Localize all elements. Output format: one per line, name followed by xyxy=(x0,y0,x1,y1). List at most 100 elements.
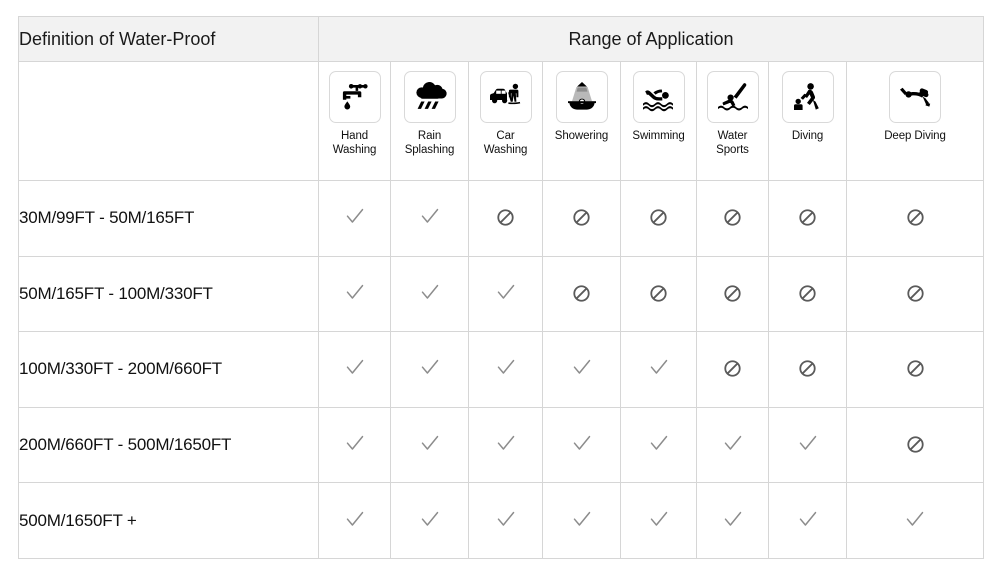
prohibition-icon xyxy=(902,280,928,306)
header-corner-cell xyxy=(18,61,319,181)
table-row: 100M/330FT - 200M/660FT xyxy=(18,331,984,408)
column-header-water-sports: Water Sports xyxy=(696,61,769,181)
cell-rain-splashing xyxy=(390,255,469,333)
car-washing-icon xyxy=(479,71,532,123)
column-header-row: Hand Washing Rain Splashing Car Washing … xyxy=(18,61,984,181)
check-mark-icon xyxy=(342,279,368,305)
prohibition-icon xyxy=(902,431,928,457)
cell-car-washing xyxy=(468,406,543,484)
faucet-icon xyxy=(328,71,381,123)
check-mark-icon xyxy=(569,354,595,380)
cell-swimming xyxy=(620,331,697,408)
cell-rain-splashing xyxy=(390,406,469,484)
rain-cloud-icon xyxy=(403,71,456,123)
check-mark-icon xyxy=(493,506,519,532)
cell-car-washing xyxy=(468,180,543,257)
cell-diving xyxy=(768,331,847,408)
prohibition-icon xyxy=(569,280,595,306)
check-mark-icon xyxy=(646,430,672,456)
column-header-label: Swimming xyxy=(632,130,685,142)
check-mark-icon xyxy=(902,506,928,532)
column-header-label: Car Washing xyxy=(483,130,528,156)
cell-hand-washing xyxy=(318,180,391,257)
cell-hand-washing xyxy=(318,331,391,408)
cell-hand-washing xyxy=(318,255,391,333)
cell-showering xyxy=(542,255,621,333)
table-body: 30M/99FT - 50M/165FT 50M/165FT - 100M/330… xyxy=(18,180,984,559)
check-mark-icon xyxy=(342,430,368,456)
prohibition-icon xyxy=(795,205,821,231)
cell-rain-splashing xyxy=(390,180,469,257)
column-header-rain-splashing: Rain Splashing xyxy=(390,61,469,181)
cell-car-washing xyxy=(468,255,543,333)
column-header-car-washing: Car Washing xyxy=(468,61,543,181)
prohibition-icon xyxy=(720,356,746,382)
prohibition-icon xyxy=(720,205,746,231)
prohibition-icon xyxy=(646,205,672,231)
scuba-diver-icon xyxy=(889,71,941,123)
column-header-label: Rain Splashing xyxy=(404,130,455,156)
table-row: 50M/165FT - 100M/330FT xyxy=(18,255,984,333)
water-skier-icon xyxy=(706,71,759,123)
cell-showering xyxy=(542,331,621,408)
check-mark-icon xyxy=(493,430,519,456)
check-mark-icon xyxy=(342,354,368,380)
waterproof-rating-table: Definition of Water-Proof Range of Appli… xyxy=(18,16,984,559)
check-mark-icon xyxy=(569,430,595,456)
prohibition-icon xyxy=(795,280,821,306)
cell-water-sports xyxy=(696,406,769,484)
prohibition-icon xyxy=(569,205,595,231)
cell-deep-diving xyxy=(846,180,984,257)
depth-range-label: 200M/660FT - 500M/1650FT xyxy=(18,406,319,484)
check-mark-icon xyxy=(417,203,443,229)
table-row: 500M/1650FT + xyxy=(18,482,984,559)
check-mark-icon xyxy=(720,430,746,456)
cell-water-sports xyxy=(696,180,769,257)
prohibition-icon xyxy=(646,280,672,306)
depth-range-label: 100M/330FT - 200M/660FT xyxy=(18,331,319,408)
check-mark-icon xyxy=(795,506,821,532)
prohibition-icon xyxy=(795,356,821,382)
column-header-showering: Showering xyxy=(542,61,621,181)
column-header-label: Showering xyxy=(554,130,609,142)
cell-diving xyxy=(768,482,847,559)
swimmer-icon xyxy=(632,71,685,123)
check-mark-icon xyxy=(646,354,672,380)
cell-hand-washing xyxy=(318,482,391,559)
check-mark-icon xyxy=(646,506,672,532)
cell-deep-diving xyxy=(846,255,984,333)
cell-showering xyxy=(542,482,621,559)
range-banner: Range of Application xyxy=(318,16,984,62)
cell-diving xyxy=(768,180,847,257)
waterproof-rating-table-container: Definition of Water-Proof Range of Appli… xyxy=(18,16,984,559)
column-header-diving: Diving xyxy=(768,61,847,181)
check-mark-icon xyxy=(720,506,746,532)
cell-deep-diving xyxy=(846,482,984,559)
cell-deep-diving xyxy=(846,331,984,408)
depth-range-label: 500M/1650FT + xyxy=(18,482,319,559)
table-row: 30M/99FT - 50M/165FT xyxy=(18,180,984,257)
check-mark-icon xyxy=(417,354,443,380)
check-mark-icon xyxy=(417,506,443,532)
cell-rain-splashing xyxy=(390,331,469,408)
check-mark-icon xyxy=(569,506,595,532)
check-mark-icon xyxy=(493,279,519,305)
cell-showering xyxy=(542,180,621,257)
prohibition-icon xyxy=(902,205,928,231)
banner-row: Definition of Water-Proof Range of Appli… xyxy=(18,16,984,62)
cell-car-washing xyxy=(468,482,543,559)
cell-diving xyxy=(768,255,847,333)
column-header-swimming: Swimming xyxy=(620,61,697,181)
cell-deep-diving xyxy=(846,406,984,484)
cell-swimming xyxy=(620,482,697,559)
cell-water-sports xyxy=(696,331,769,408)
check-mark-icon xyxy=(342,203,368,229)
cell-swimming xyxy=(620,406,697,484)
cell-rain-splashing xyxy=(390,482,469,559)
cell-water-sports xyxy=(696,482,769,559)
column-header-deep-diving: Deep Diving xyxy=(846,61,984,181)
cell-car-washing xyxy=(468,331,543,408)
cell-water-sports xyxy=(696,255,769,333)
cell-diving xyxy=(768,406,847,484)
prohibition-icon xyxy=(493,205,519,231)
